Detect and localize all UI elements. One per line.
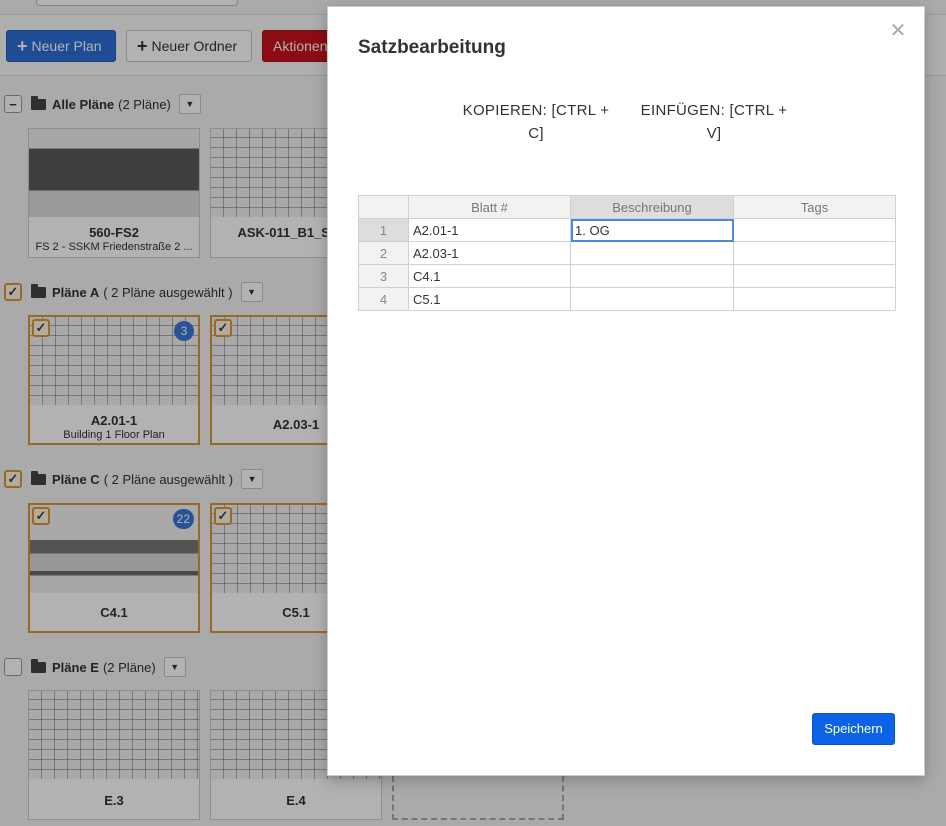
row-number[interactable]: 1 — [358, 218, 409, 242]
bulk-edit-modal: Satzbearbeitung ✕ KOPIEREN: [CTRL + C] E… — [327, 6, 925, 776]
grid-header-row: Blatt # Beschreibung Tags — [358, 195, 896, 219]
table-row: 4 C5.1 — [358, 287, 896, 311]
close-icon[interactable]: ✕ — [888, 21, 908, 41]
description-cell[interactable] — [570, 264, 734, 288]
sheet-cell[interactable]: C4.1 — [408, 264, 571, 288]
column-header-tags[interactable]: Tags — [733, 195, 896, 219]
tags-cell[interactable] — [733, 218, 896, 242]
row-number[interactable]: 4 — [358, 287, 409, 311]
corner-cell[interactable] — [358, 195, 409, 219]
table-row: 2 A2.03-1 — [358, 241, 896, 265]
description-cell[interactable]: 1. OG — [570, 218, 734, 242]
tags-cell[interactable] — [733, 264, 896, 288]
sheet-cell[interactable]: A2.03-1 — [408, 241, 571, 265]
save-button[interactable]: Speichern — [812, 713, 895, 745]
tags-cell[interactable] — [733, 287, 896, 311]
modal-title: Satzbearbeitung — [358, 37, 506, 58]
column-header-sheet[interactable]: Blatt # — [408, 195, 571, 219]
tags-cell[interactable] — [733, 241, 896, 265]
sheet-cell[interactable]: C5.1 — [408, 287, 571, 311]
row-number[interactable]: 3 — [358, 264, 409, 288]
bulk-edit-grid: Blatt # Beschreibung Tags 1 A2.01-1 1. O… — [358, 195, 896, 311]
paste-shortcut-hint: EINFÜGEN: [CTRL + V] — [640, 102, 788, 142]
copy-shortcut-hint: KOPIEREN: [CTRL + C] — [462, 102, 610, 142]
description-cell[interactable] — [570, 241, 734, 265]
sheet-cell[interactable]: A2.01-1 — [408, 218, 571, 242]
column-header-description[interactable]: Beschreibung — [570, 195, 734, 219]
table-row: 3 C4.1 — [358, 264, 896, 288]
table-row: 1 A2.01-1 1. OG — [358, 218, 896, 242]
description-cell[interactable] — [570, 287, 734, 311]
row-number[interactable]: 2 — [358, 241, 409, 265]
